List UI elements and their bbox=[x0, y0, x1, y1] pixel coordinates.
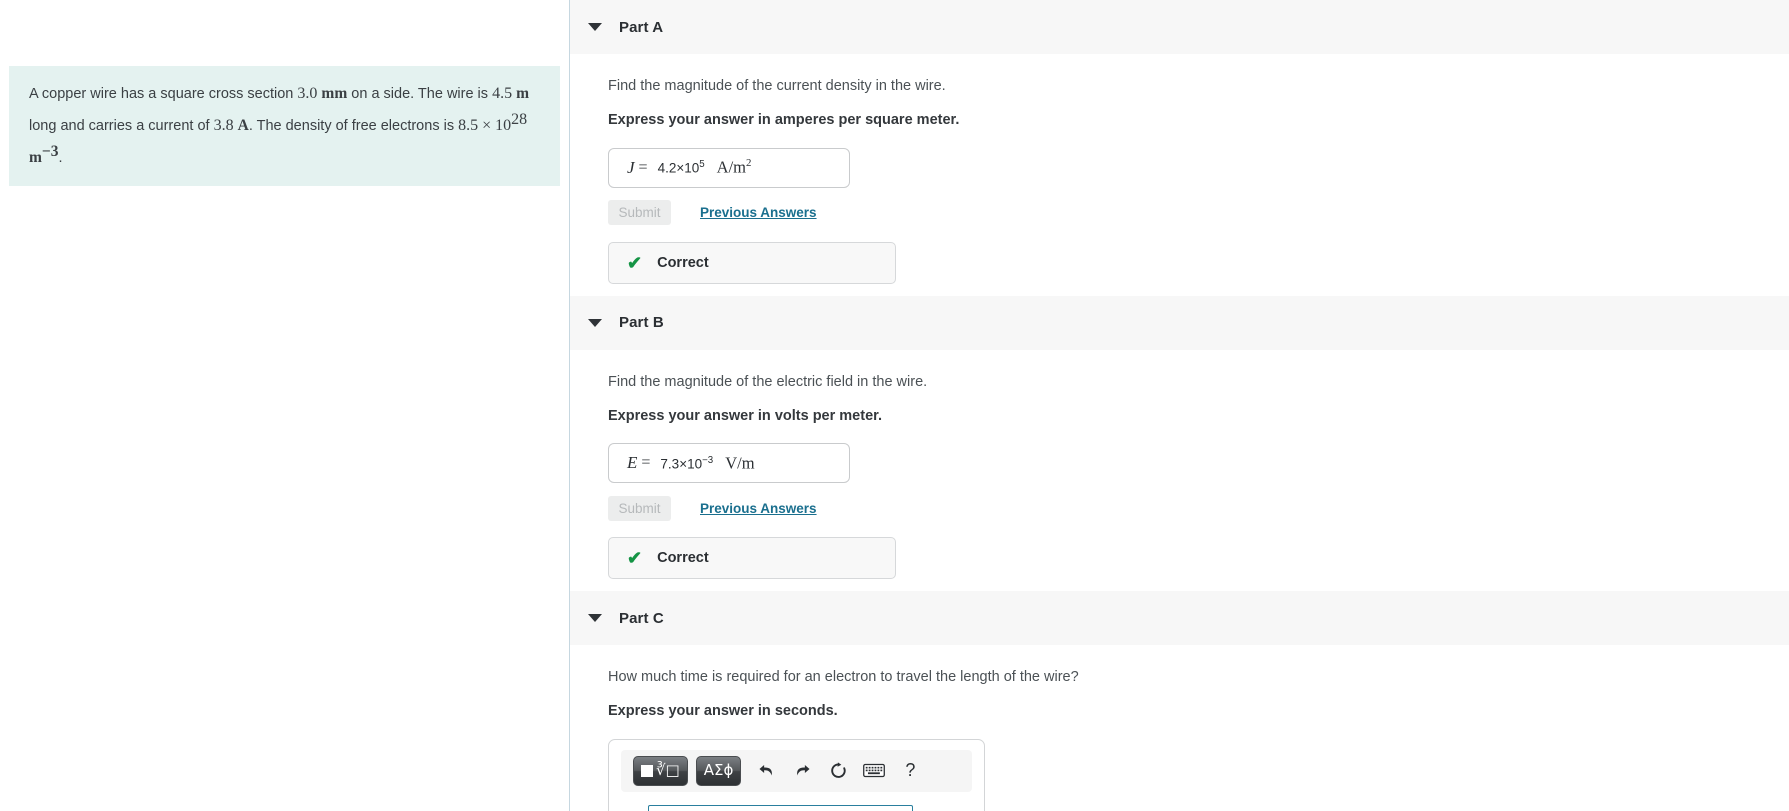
part-b-instruction: Express your answer in volts per meter. bbox=[608, 407, 883, 424]
part-c-instruction: Express your answer in seconds. bbox=[608, 703, 838, 720]
part-a-previous-answers-link[interactable]: Previous Answers bbox=[700, 205, 817, 220]
problem-density-unit-exponent: −3 bbox=[41, 142, 59, 160]
exercise-page: A copper wire has a square cross section… bbox=[0, 0, 1789, 811]
part-b-title: Part B bbox=[619, 314, 664, 332]
part-b-answer-value: 7.3×10−3 bbox=[660, 454, 714, 472]
problem-statement-panel: A copper wire has a square cross section… bbox=[0, 0, 570, 811]
problem-length-value: 4.5 bbox=[492, 85, 513, 102]
part-c-title: Part C bbox=[619, 609, 664, 627]
part-b-answer-equals: = bbox=[641, 454, 651, 472]
part-b-status-label: Correct bbox=[657, 550, 709, 567]
square-glyph-icon bbox=[641, 764, 653, 777]
greek-symbols-button[interactable]: ΑΣϕ bbox=[695, 755, 742, 786]
part-b-header[interactable]: Part B bbox=[570, 295, 1789, 350]
part-a-answer-variable: J bbox=[627, 157, 635, 177]
triangle-down-icon[interactable] bbox=[588, 614, 602, 623]
problem-statement-box: A copper wire has a square cross section… bbox=[9, 66, 560, 186]
problem-dimension-value: 3.0 bbox=[297, 85, 318, 102]
part-c-body: How much time is required for an electro… bbox=[570, 667, 1789, 811]
part-c-answer-widget: ∛□ ΑΣϕ ? bbox=[608, 738, 985, 811]
part-a-answer-equals: = bbox=[638, 158, 648, 176]
triangle-down-icon[interactable] bbox=[588, 23, 602, 31]
problem-text-mid2: long and carries a current of bbox=[29, 117, 210, 134]
part-b-answer-variable: E bbox=[627, 453, 638, 473]
part-b-answer-unit: V/m bbox=[725, 453, 755, 473]
math-template-button[interactable]: ∛□ bbox=[633, 755, 688, 786]
problem-period: . bbox=[58, 149, 63, 166]
part-b-status-banner: ✔ Correct bbox=[608, 537, 896, 580]
part-c-header[interactable]: Part C bbox=[570, 591, 1789, 646]
greek-letters-label: ΑΣϕ bbox=[703, 761, 734, 780]
keyboard-icon[interactable] bbox=[857, 756, 891, 786]
part-a-status-label: Correct bbox=[657, 254, 709, 271]
undo-icon[interactable] bbox=[749, 756, 783, 786]
part-c-answer-input[interactable] bbox=[647, 804, 913, 811]
radical-icon: ∛□ bbox=[656, 761, 680, 780]
part-b-previous-answers-link[interactable]: Previous Answers bbox=[700, 501, 817, 516]
part-c-question: How much time is required for an electro… bbox=[608, 669, 1079, 686]
problem-text-mid: on a side. The wire is bbox=[351, 86, 489, 102]
part-b-body: Find the magnitude of the electric field… bbox=[570, 372, 1789, 580]
problem-length-unit: m bbox=[516, 85, 530, 102]
part-a-answer-unit: A/m2 bbox=[716, 157, 752, 177]
part-a-body: Find the magnitude of the current densit… bbox=[570, 76, 1789, 284]
problem-text-lead: A copper wire has a square cross section bbox=[29, 86, 294, 102]
part-b-question: Find the magnitude of the electric field… bbox=[608, 373, 928, 390]
part-b-answer-box[interactable]: E = 7.3×10−3 V/m bbox=[608, 443, 850, 484]
help-icon[interactable]: ? bbox=[893, 756, 927, 786]
problem-density-value: 8.5 × 10 bbox=[458, 116, 512, 134]
part-a-submit-row: Submit Previous Answers bbox=[608, 200, 1789, 226]
check-icon: ✔ bbox=[627, 548, 643, 569]
part-b-submit-row: Submit Previous Answers bbox=[608, 495, 1789, 521]
problem-dimension-unit: mm bbox=[321, 85, 348, 102]
check-icon: ✔ bbox=[627, 252, 643, 273]
part-a-submit-button[interactable]: Submit bbox=[608, 200, 671, 226]
part-a-status-banner: ✔ Correct bbox=[608, 241, 896, 284]
triangle-down-icon[interactable] bbox=[588, 318, 602, 327]
part-a-instruction: Express your answer in amperes per squar… bbox=[608, 112, 960, 129]
part-a-title: Part A bbox=[619, 18, 664, 36]
part-a-question: Find the magnitude of the current densit… bbox=[608, 78, 946, 94]
reset-icon[interactable] bbox=[821, 756, 855, 786]
problem-text-tail: . The density of free electrons is bbox=[248, 117, 455, 134]
parts-panel: Part A Find the magnitude of the current… bbox=[570, 0, 1789, 811]
problem-current-unit: A bbox=[237, 116, 249, 134]
math-toolbar: ∛□ ΑΣϕ ? bbox=[621, 749, 972, 792]
redo-icon[interactable] bbox=[785, 756, 819, 786]
part-a-answer-box[interactable]: J = 4.2×105 A/m2 bbox=[608, 147, 850, 188]
part-c-input-row: t = s bbox=[621, 804, 972, 811]
part-a-header[interactable]: Part A bbox=[570, 0, 1789, 54]
part-a-answer-value: 4.2×105 bbox=[657, 159, 705, 176]
problem-density-unit: m bbox=[29, 148, 42, 166]
problem-density-exponent: 28 bbox=[511, 110, 528, 128]
part-b-submit-button[interactable]: Submit bbox=[608, 495, 671, 521]
problem-current-value: 3.8 bbox=[213, 116, 234, 134]
